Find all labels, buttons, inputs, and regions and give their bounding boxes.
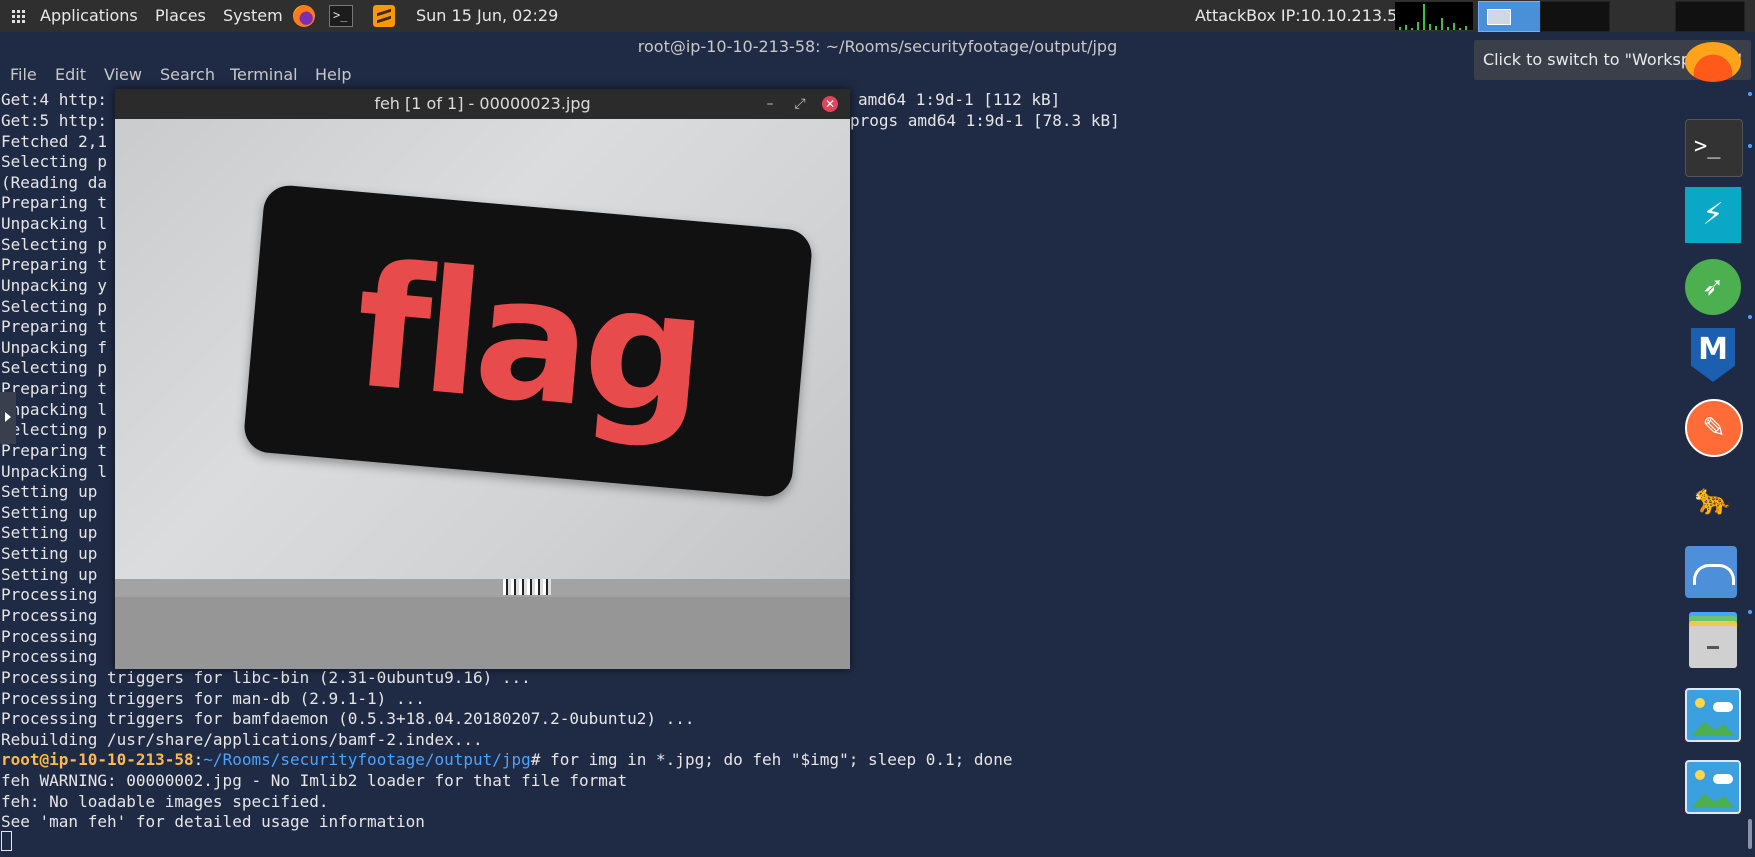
corrupted-band [115,579,850,597]
glitch-artifact [503,579,551,595]
prompt-path: ~/Rooms/securityfootage/output/jpg [203,750,531,769]
applications-menu[interactable]: Applications [40,0,138,32]
cloud-icon [1713,702,1733,712]
terminal-line: Processing [1,627,98,646]
terminal-line: Setting up [1,544,98,563]
prompt-separator: : [193,750,204,769]
terminal-line: Setting up [1,523,98,542]
terminal-launcher-icon[interactable]: >_ [329,5,353,27]
workspace-2-switcher[interactable] [1540,1,1610,32]
terminal-line: Unpacking l [1,400,107,419]
terminal-line: Selecting p [1,420,107,439]
phone-device: flag [242,183,814,499]
close-button[interactable]: ✕ [822,96,838,112]
workspace-1-switcher[interactable] [1478,1,1548,32]
firefox-icon[interactable] [1685,42,1741,82]
top-panel: Applications Places System >_ Sun 15 Jun… [0,0,1755,32]
terminal-line: Processing [1,585,98,604]
running-indicator [1748,144,1752,148]
maximize-button[interactable]: ⤢ [791,95,809,113]
sun-icon [1695,698,1705,708]
command-text: # for img in *.jpg; do feh "$img"; sleep… [530,750,1013,769]
cloud-icon [1713,774,1733,784]
menu-terminal[interactable]: Terminal [230,62,298,88]
burpsuite-icon[interactable] [1685,187,1741,243]
clock[interactable]: Sun 15 Jun, 02:29 [416,0,558,32]
terminal-line: progs amd64 1:9d-1 [78.3 kB] [850,111,1120,130]
application-dock: >_ [1676,32,1755,857]
terminal-line: Get:4 http: [1,90,107,109]
terminal-line: Unpacking f [1,338,107,357]
terminal-line: Setting up [1,565,98,584]
terminal-line: Selecting p [1,152,107,171]
wireshark-icon[interactable] [1685,546,1737,598]
attackbox-ip: AttackBox IP:10.10.213.58 [1195,6,1408,25]
camera-frame-image: flag [115,119,850,669]
side-drawer-handle[interactable] [0,392,16,444]
terminal-line: Get:5 http: [1,111,107,130]
places-menu[interactable]: Places [155,0,206,32]
system-monitor-graph[interactable] [1395,2,1473,30]
terminal-cursor [1,831,12,851]
workspace-3-switcher[interactable] [1675,1,1745,32]
terminal-icon[interactable]: >_ [1685,119,1743,177]
postman-icon[interactable] [1685,399,1743,457]
menu-help[interactable]: Help [315,62,351,88]
feh-titlebar[interactable]: feh [1 of 1] - 00000023.jpg – ⤢ ✕ [115,89,850,119]
minimize-button[interactable]: – [761,95,779,113]
terminal-line: Rebuilding /usr/share/applications/bamf-… [1,730,483,749]
metasploit-icon[interactable] [1685,328,1741,384]
hashcat-icon[interactable] [1685,472,1741,528]
terminal-line: Preparing t [1,441,107,460]
terminal-line: Selecting p [1,358,107,377]
terminal-line: Preparing t [1,379,107,398]
terminal-line: feh: No loadable images specified. [1,792,329,811]
menu-edit[interactable]: Edit [55,62,86,88]
rocket-icon[interactable] [1685,259,1741,315]
terminal-line: Preparing t [1,193,107,212]
menu-search[interactable]: Search [160,62,215,88]
system-menu[interactable]: System [223,0,283,32]
terminal-line: Unpacking y [1,276,107,295]
files-icon[interactable] [1685,616,1741,672]
terminal-line: Setting up [1,482,98,501]
terminal-line: Processing [1,647,98,666]
terminal-line: Selecting p [1,297,107,316]
terminal-line: Processing triggers for bamfdaemon (0.5.… [1,709,695,728]
feh-window-title: feh [1 of 1] - 00000023.jpg [374,94,591,113]
phone-screen-text: flag [347,227,709,455]
image-viewer-icon[interactable] [1685,760,1741,814]
running-indicator [1748,315,1752,319]
window-thumbnail [1487,9,1511,25]
terminal-line: Unpacking l [1,214,107,233]
terminal-line: amd64 1:9d-1 [112 kB] [858,90,1061,109]
apps-grid-icon[interactable] [12,10,27,23]
firefox-launcher-icon[interactable] [293,5,315,27]
prompt-user: root@ip-10-10-213-58 [1,750,194,769]
sun-icon [1695,770,1705,780]
running-indicator [1748,92,1752,96]
terminal-line: See 'man feh' for detailed usage informa… [1,812,425,831]
terminal-line: Processing triggers for man-db (2.9.1-1)… [1,689,425,708]
feh-image-viewer-window[interactable]: feh [1 of 1] - 00000023.jpg – ⤢ ✕ flag [115,89,850,669]
terminal-line: Fetched 2,1 [1,132,107,151]
sublime-launcher-icon[interactable] [373,5,395,27]
terminal-line: Processing triggers for libc-bin (2.31-0… [1,668,531,687]
image-viewer-icon[interactable] [1685,688,1741,742]
terminal-line: Setting up [1,503,98,522]
mountain-icon [1691,722,1735,736]
terminal-line: Preparing t [1,255,107,274]
terminal-line: (Reading da [1,173,107,192]
terminal-line: feh WARNING: 00000002.jpg - No Imlib2 lo… [1,771,628,790]
terminal-line: Unpacking l [1,462,107,481]
menu-view[interactable]: View [104,62,142,88]
terminal-line: Selecting p [1,235,107,254]
menu-file[interactable]: File [10,62,37,88]
mountain-icon [1691,794,1735,808]
terminal-line: Preparing t [1,317,107,336]
running-indicator [1748,610,1752,614]
command-line: root@ip-10-10-213-58:~/Rooms/securityfoo… [1,750,1012,770]
terminal-line: Processing [1,606,98,625]
